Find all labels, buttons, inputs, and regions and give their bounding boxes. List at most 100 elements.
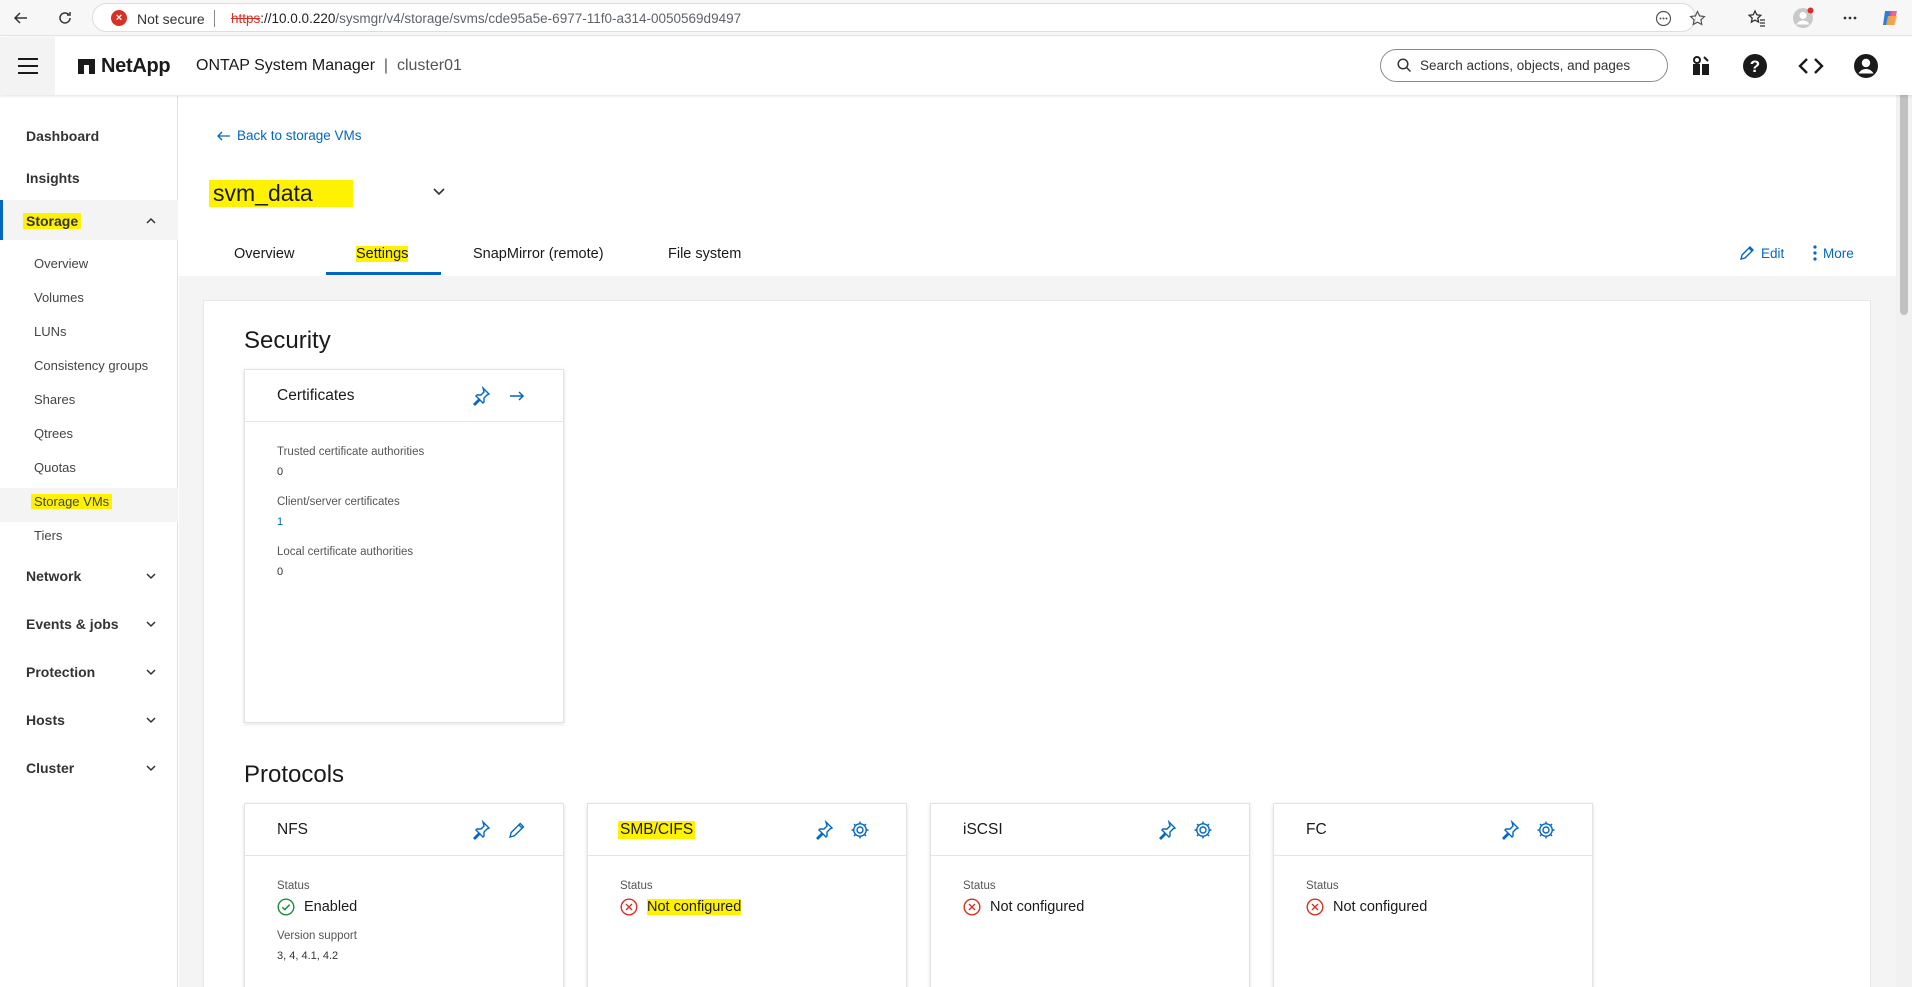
- arrow-right-icon[interactable]: [507, 386, 527, 406]
- not-secure-icon: ×: [111, 10, 127, 26]
- app-header: NetApp ONTAP System Manager | cluster01 …: [0, 37, 1912, 95]
- tab-file-system[interactable]: File system: [668, 246, 741, 262]
- client-server-cert-label: Client/server certificates: [277, 496, 400, 508]
- favorites-icon[interactable]: [1744, 5, 1770, 31]
- chevron-down-icon[interactable]: [145, 666, 157, 678]
- chevron-up-icon[interactable]: [145, 215, 157, 227]
- page-options-icon[interactable]: [1655, 10, 1672, 27]
- chevron-down-icon[interactable]: [145, 762, 157, 774]
- sidebar-item-tiers[interactable]: Tiers: [34, 528, 62, 543]
- sidebar-item-shares[interactable]: Shares: [34, 392, 75, 407]
- edit-button[interactable]: Edit: [1739, 245, 1784, 261]
- browser-toolbar: × Not secure https://10.0.0.220/sysmgr/v…: [0, 0, 1912, 36]
- pencil-icon[interactable]: [507, 820, 527, 840]
- sidebar-item-hosts[interactable]: Hosts: [26, 712, 65, 728]
- back-to-storage-vms-link[interactable]: Back to storage VMs: [217, 128, 362, 143]
- pin-icon[interactable]: [1157, 820, 1177, 840]
- sidebar-item-storage-vms[interactable]: Storage VMs: [31, 494, 113, 509]
- pencil-icon: [1740, 246, 1754, 260]
- copilot-icon[interactable]: [1878, 5, 1904, 31]
- sidebar-item-events-jobs[interactable]: Events & jobs: [26, 616, 119, 632]
- chevron-down-icon[interactable]: [145, 714, 157, 726]
- error-circle-icon: [620, 898, 638, 916]
- chevron-down-icon[interactable]: [145, 570, 157, 582]
- sidebar-item-quotas[interactable]: Quotas: [34, 460, 76, 475]
- tab-overview[interactable]: Overview: [234, 246, 294, 262]
- favorite-star-icon[interactable]: [1689, 10, 1706, 27]
- fc-status-text: Not configured: [1333, 899, 1428, 915]
- sidebar-item-protection[interactable]: Protection: [26, 664, 95, 680]
- client-server-cert-value[interactable]: 1: [277, 516, 283, 528]
- sidebar-item-volumes[interactable]: Volumes: [34, 290, 84, 305]
- nfs-status-text: Enabled: [304, 899, 358, 915]
- browser-menu-icon[interactable]: [1837, 5, 1863, 31]
- help-icon[interactable]: ?: [1740, 51, 1770, 81]
- brand-name: NetApp: [101, 55, 171, 77]
- back-arrow-icon[interactable]: [8, 5, 34, 31]
- code-icon[interactable]: [1796, 51, 1826, 81]
- check-circle-icon: [277, 898, 295, 916]
- iscsi-status-text: Not configured: [990, 899, 1085, 915]
- gear-icon[interactable]: [1193, 820, 1213, 840]
- error-circle-icon: [1306, 898, 1324, 916]
- sidebar-item-network[interactable]: Network: [26, 568, 81, 584]
- smb-cifs-card: SMB/CIFS Status Not configured: [587, 803, 907, 987]
- pin-icon[interactable]: [1500, 820, 1520, 840]
- search-input[interactable]: Search actions, objects, and pages: [1380, 49, 1668, 82]
- url-separator: [214, 10, 215, 27]
- smb-status: Not configured: [620, 898, 742, 916]
- protocols-heading: Protocols: [244, 761, 345, 788]
- edit-label: Edit: [1761, 245, 1785, 261]
- pin-icon[interactable]: [471, 820, 491, 840]
- cluster-name: cluster01: [396, 57, 462, 74]
- error-circle-icon: [963, 898, 981, 916]
- hamburger-menu-icon[interactable]: [0, 37, 55, 95]
- sidebar-item-overview[interactable]: Overview: [34, 256, 88, 271]
- chevron-down-icon[interactable]: [145, 618, 157, 630]
- sidebar-item-cluster[interactable]: Cluster: [26, 760, 74, 776]
- tab-snapmirror-remote[interactable]: SnapMirror (remote): [473, 246, 604, 262]
- sidebar-item-dashboard[interactable]: Dashboard: [26, 128, 99, 144]
- sidebar-item-qtrees[interactable]: Qtrees: [34, 426, 73, 441]
- product-name: ONTAP System Manager: [196, 57, 376, 74]
- gear-icon[interactable]: [1536, 820, 1556, 840]
- pin-icon[interactable]: [471, 386, 491, 406]
- back-link-label: Back to storage VMs: [237, 128, 362, 143]
- netapp-logo[interactable]: NetApp: [78, 55, 171, 78]
- svg-text:?: ?: [1750, 57, 1760, 76]
- kebab-menu-icon: [1813, 245, 1817, 261]
- more-button[interactable]: More: [1813, 245, 1854, 261]
- sidebar-item-consistency-groups[interactable]: Consistency groups: [34, 358, 148, 373]
- status-label: Status: [963, 880, 996, 892]
- settings-panel: Security Certificates Trusted certificat…: [203, 300, 1871, 987]
- trusted-ca-label: Trusted certificate authorities: [277, 446, 425, 458]
- svm-selector-chevron-icon[interactable]: [432, 184, 446, 198]
- search-icon: [1397, 58, 1412, 73]
- not-secure-label[interactable]: Not secure: [137, 11, 205, 27]
- main-content: Back to storage VMs svm_data Overview Se…: [179, 96, 1896, 987]
- card-header: Certificates: [245, 370, 563, 422]
- tab-settings[interactable]: Settings: [356, 246, 409, 262]
- url-protocol: https: [231, 11, 261, 26]
- url-host: ://10.0.0.220: [260, 11, 336, 26]
- iscsi-status: Not configured: [963, 898, 1084, 916]
- card-header: NFS: [245, 804, 563, 856]
- url-text[interactable]: https://10.0.0.220/sysmgr/v4/storage/svm…: [231, 11, 741, 26]
- certificates-card: Certificates Trusted certificate authori…: [244, 369, 564, 723]
- nfs-card: NFS Status Enabled Version support 3, 4,…: [244, 803, 564, 987]
- whats-new-gift-icon[interactable]: [1686, 51, 1716, 81]
- sidebar-item-luns[interactable]: LUNs: [34, 324, 67, 339]
- product-title: ONTAP System Manager | cluster01: [196, 57, 462, 75]
- reload-icon[interactable]: [52, 5, 78, 31]
- sidebar-item-insights[interactable]: Insights: [26, 170, 80, 186]
- page-header: Back to storage VMs svm_data Overview Se…: [179, 96, 1896, 276]
- status-label: Status: [1306, 880, 1339, 892]
- pin-icon[interactable]: [814, 820, 834, 840]
- sidebar-item-storage[interactable]: Storage: [23, 213, 82, 229]
- nfs-status: Enabled: [277, 898, 357, 916]
- gear-icon[interactable]: [850, 820, 870, 840]
- profile-avatar-icon[interactable]: [1790, 5, 1816, 31]
- more-label: More: [1823, 245, 1854, 261]
- user-account-icon[interactable]: [1851, 51, 1881, 81]
- address-bar[interactable]: × Not secure https://10.0.0.220/sysmgr/v…: [92, 3, 1706, 32]
